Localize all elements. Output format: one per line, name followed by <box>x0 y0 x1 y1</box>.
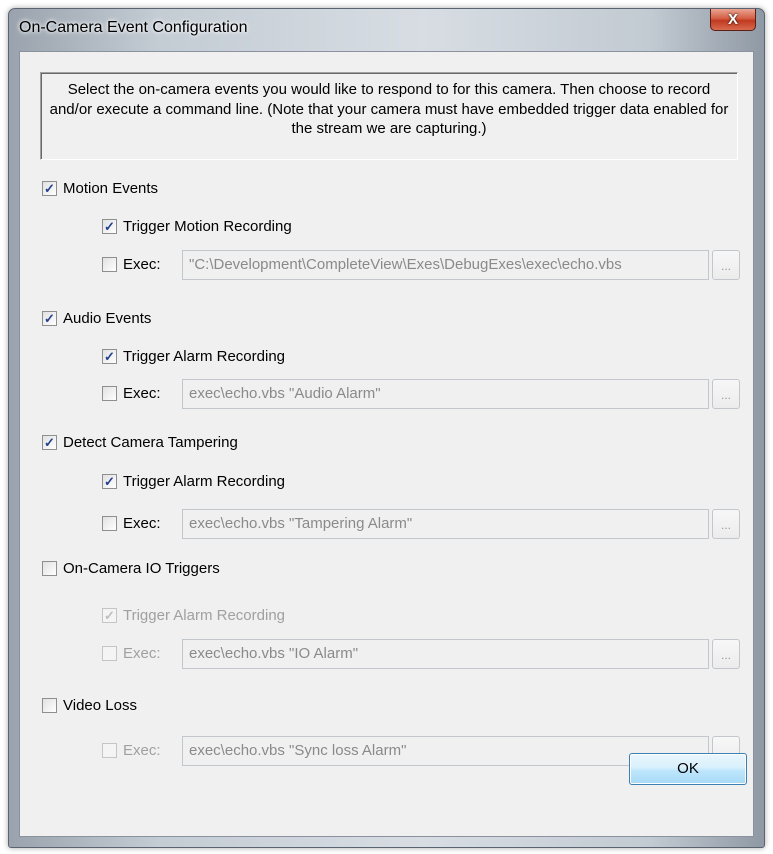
checkbox-box <box>42 698 57 713</box>
title-bar[interactable]: On-Camera Event Configuration X <box>9 9 764 49</box>
io-trigger-checkbox: ✓ Trigger Alarm Recording <box>102 607 285 624</box>
close-button[interactable]: X <box>710 9 756 31</box>
motion-events-checkbox[interactable]: ✓ Motion Events <box>42 180 158 197</box>
tampering-checkbox[interactable]: ✓ Detect Camera Tampering <box>42 434 238 451</box>
audio-exec-checkbox[interactable]: Exec: <box>102 385 161 402</box>
audio-events-checkbox[interactable]: ✓ Audio Events <box>42 310 151 327</box>
tampering-trigger-checkbox[interactable]: ✓ Trigger Alarm Recording <box>102 473 285 490</box>
checkbox-label: Exec: <box>123 742 161 759</box>
checkbox-label: Exec: <box>123 385 161 402</box>
checkbox-label: Trigger Alarm Recording <box>123 348 286 365</box>
audio-exec-browse-button[interactable]: ... <box>712 379 740 409</box>
io-exec-browse-button: ... <box>712 639 740 669</box>
checkbox-label: Trigger Alarm Recording <box>123 607 286 624</box>
checkbox-label: Detect Camera Tampering <box>63 434 238 451</box>
dialog-body: Select the on-camera events you would li… <box>19 51 754 837</box>
tampering-exec-input[interactable]: exec\echo.vbs "Tampering Alarm" <box>182 509 709 539</box>
tampering-exec-browse-button[interactable]: ... <box>712 509 740 539</box>
checkbox-label: Video Loss <box>63 697 137 714</box>
audio-trigger-checkbox[interactable]: ✓ Trigger Alarm Recording <box>102 348 285 365</box>
checkbox-box <box>42 561 57 576</box>
checkmark-icon: ✓ <box>102 474 117 489</box>
io-exec-checkbox: Exec: <box>102 645 161 662</box>
checkbox-box <box>102 743 117 758</box>
window-title: On-Camera Event Configuration <box>19 19 248 36</box>
checkmark-icon: ✓ <box>42 435 57 450</box>
motion-exec-browse-button[interactable]: ... <box>712 250 740 280</box>
motion-exec-checkbox[interactable]: Exec: <box>102 256 161 273</box>
checkmark-icon: ✓ <box>42 181 57 196</box>
instructions-text: Select the on-camera events you would li… <box>40 72 738 160</box>
motion-exec-input[interactable]: "C:\Development\CompleteView\Exes\DebugE… <box>182 250 709 280</box>
checkbox-label: On-Camera IO Triggers <box>63 560 220 577</box>
checkbox-label: Exec: <box>123 645 161 662</box>
tampering-exec-checkbox[interactable]: Exec: <box>102 515 161 532</box>
video-loss-checkbox[interactable]: Video Loss <box>42 697 137 714</box>
checkbox-label: Exec: <box>123 515 161 532</box>
checkbox-box <box>102 646 117 661</box>
checkbox-box <box>102 257 117 272</box>
checkmark-icon: ✓ <box>102 349 117 364</box>
checkbox-label: Motion Events <box>63 180 159 197</box>
checkmark-icon: ✓ <box>102 219 117 234</box>
checkbox-label: Exec: <box>123 256 161 273</box>
dialog-window: On-Camera Event Configuration X Select t… <box>8 8 765 848</box>
io-triggers-checkbox[interactable]: On-Camera IO Triggers <box>42 560 220 577</box>
checkbox-label: Trigger Alarm Recording <box>123 473 286 490</box>
motion-trigger-checkbox[interactable]: ✓ Trigger Motion Recording <box>102 218 292 235</box>
checkbox-label: Trigger Motion Recording <box>123 218 292 235</box>
checkbox-box <box>102 516 117 531</box>
audio-exec-input[interactable]: exec\echo.vbs "Audio Alarm" <box>182 379 709 409</box>
io-exec-input: exec\echo.vbs "IO Alarm" <box>182 639 709 669</box>
checkmark-icon: ✓ <box>42 311 57 326</box>
video-loss-exec-checkbox: Exec: <box>102 742 161 759</box>
checkbox-label: Audio Events <box>63 310 152 327</box>
ok-button[interactable]: OK <box>629 753 747 785</box>
checkbox-box <box>102 386 117 401</box>
checkmark-icon: ✓ <box>102 608 117 623</box>
